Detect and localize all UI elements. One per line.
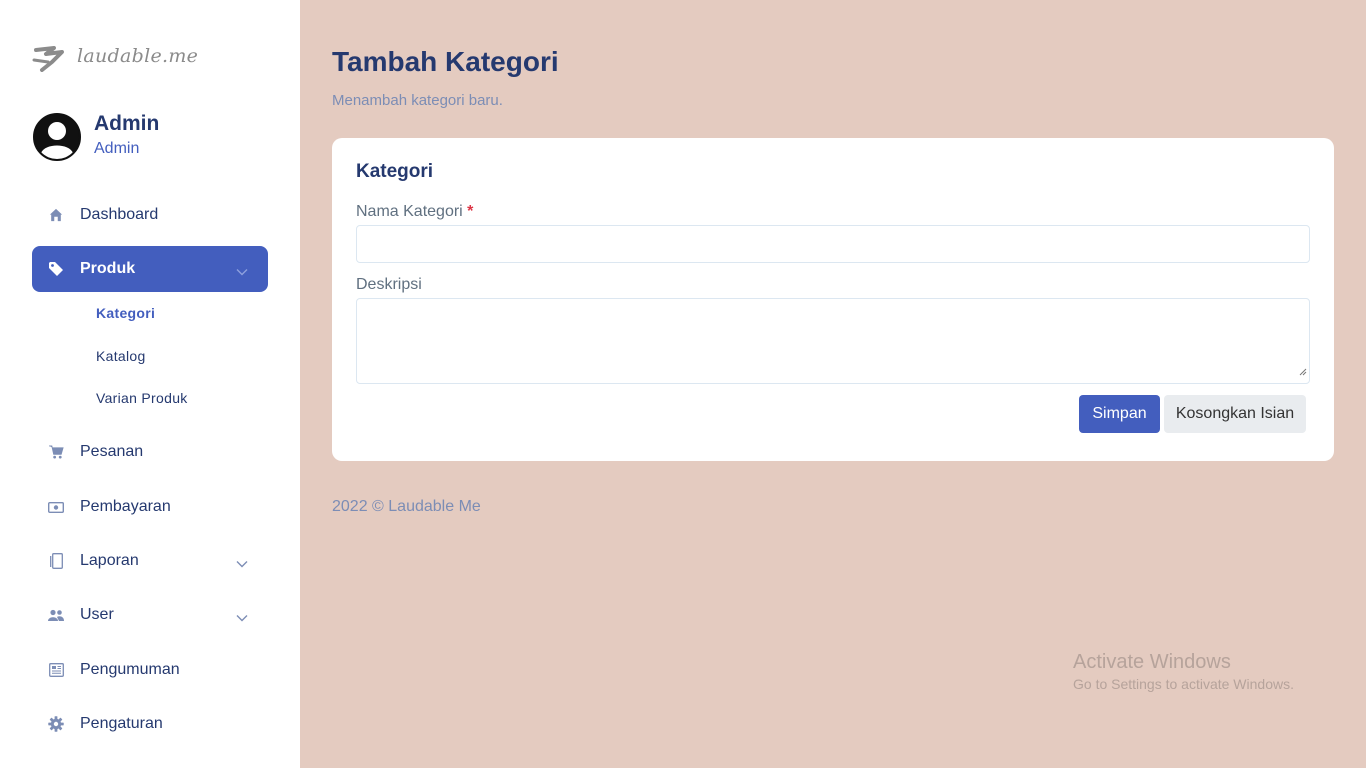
avatar bbox=[33, 112, 81, 161]
user-profile: Admin Admin bbox=[33, 112, 159, 161]
name-field-label-text: Nama Kategori bbox=[356, 203, 463, 220]
submenu-item-katalog[interactable]: Katalog bbox=[96, 348, 146, 364]
required-mark: * bbox=[467, 203, 474, 220]
sidebar-item-label: Pengumuman bbox=[80, 661, 180, 678]
house-icon bbox=[48, 207, 64, 223]
sidebar-item-label: Pesanan bbox=[80, 443, 144, 460]
logo-mark-icon bbox=[32, 46, 64, 72]
tag-icon bbox=[48, 261, 64, 277]
sidebar-item-pengaturan[interactable]: Pengaturan bbox=[32, 701, 268, 747]
person-icon bbox=[35, 114, 79, 159]
sidebar-item-label: Dashboard bbox=[80, 206, 159, 223]
sidebar-item-pesanan[interactable]: Pesanan bbox=[32, 429, 268, 475]
reset-button[interactable]: Kosongkan Isian bbox=[1164, 395, 1306, 433]
description-textarea[interactable] bbox=[356, 298, 1310, 384]
sidebar-item-label: Pembayaran bbox=[80, 498, 171, 515]
save-button[interactable]: Simpan bbox=[1079, 395, 1160, 433]
sidebar-item-user[interactable]: User bbox=[32, 592, 268, 638]
cash-icon bbox=[48, 499, 64, 515]
page-subtitle: Menambah kategori baru. bbox=[332, 92, 503, 109]
chevron-down-icon bbox=[236, 555, 248, 573]
sidebar-item-dashboard[interactable]: Dashboard bbox=[32, 192, 268, 238]
sidebar-item-pengumuman[interactable]: Pengumuman bbox=[32, 647, 268, 693]
category-form-card: Kategori Nama Kategori * Deskripsi Simpa… bbox=[332, 138, 1334, 461]
submenu-item-varian-produk[interactable]: Varian Produk bbox=[96, 390, 188, 406]
cart-icon bbox=[48, 444, 64, 460]
chevron-down-icon bbox=[236, 263, 248, 281]
sidebar-item-produk[interactable]: Produk bbox=[32, 246, 268, 292]
sidebar-item-label: Laporan bbox=[80, 552, 139, 569]
card-title: Kategori bbox=[356, 161, 434, 182]
people-icon bbox=[48, 607, 64, 623]
newspaper-icon bbox=[48, 662, 64, 678]
chevron-down-icon bbox=[236, 609, 248, 627]
page-title: Tambah Kategori bbox=[332, 46, 559, 77]
sidebar-item-label: Pengaturan bbox=[80, 715, 163, 732]
footer-copyright: 2022 © Laudable Me bbox=[332, 498, 481, 515]
category-name-input[interactable] bbox=[356, 225, 1310, 263]
journal-icon bbox=[48, 553, 64, 569]
sidebar: laudable.me Admin Admin Dashboard Produk… bbox=[0, 0, 300, 768]
resize-handle-icon[interactable] bbox=[1299, 363, 1307, 381]
submenu-item-kategori[interactable]: Kategori bbox=[96, 305, 155, 321]
sidebar-item-pembayaran[interactable]: Pembayaran bbox=[32, 484, 268, 530]
description-field-label: Deskripsi bbox=[356, 276, 422, 293]
name-field-label: Nama Kategori * bbox=[356, 203, 473, 221]
windows-activation-watermark: Activate Windows Go to Settings to activ… bbox=[1073, 651, 1294, 692]
sidebar-item-label: Produk bbox=[80, 260, 136, 277]
watermark-subtitle: Go to Settings to activate Windows. bbox=[1073, 676, 1294, 692]
profile-name: Admin bbox=[94, 112, 160, 135]
sidebar-item-laporan[interactable]: Laporan bbox=[32, 538, 268, 584]
watermark-title: Activate Windows bbox=[1073, 651, 1231, 673]
brand-logo-text: laudable.me bbox=[77, 45, 199, 67]
sidebar-item-label: User bbox=[80, 606, 114, 623]
brand-logo[interactable]: laudable.me bbox=[32, 40, 198, 72]
profile-role: Admin bbox=[94, 140, 140, 157]
gear-icon bbox=[48, 716, 64, 732]
